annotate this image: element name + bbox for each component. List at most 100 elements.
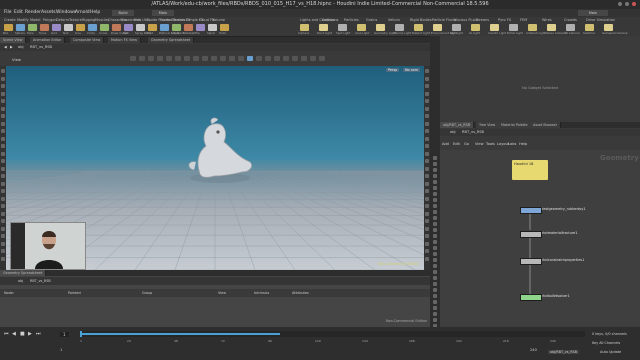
left-tool-icon-25[interactable] (1, 256, 5, 261)
shelf-tool-icon-12[interactable] (148, 24, 157, 31)
shelf-tool-icon-5[interactable] (64, 24, 73, 31)
range-start-field[interactable]: 1 (60, 348, 62, 352)
shelf-right-tab-2[interactable]: Particles (344, 18, 359, 23)
network-menu-1[interactable]: Edit (453, 142, 460, 146)
path-node[interactable]: RBT_vs_RSB (30, 45, 52, 49)
left-tool-icon-4[interactable] (1, 99, 5, 103)
strip-icon-25[interactable] (433, 306, 437, 310)
viewer-tool-icon-10[interactable] (220, 56, 226, 61)
shelf-right-tab-11[interactable]: Wires (542, 18, 552, 23)
playhead[interactable] (80, 331, 82, 337)
shelf-tab-5[interactable]: Texture (69, 18, 82, 23)
strip-icon-18[interactable] (433, 264, 437, 268)
spreadsheet-path-node[interactable]: RBT_vs_RSB (30, 279, 51, 283)
viewer-tool-icon-7[interactable] (193, 56, 199, 61)
right-tool-icon-0[interactable] (425, 69, 429, 73)
viewer-tool-icon-17[interactable] (283, 56, 289, 61)
shelf-tool-icon-7[interactable] (88, 24, 97, 31)
tab-geometry-spreadsheet[interactable]: Geometry Spreadsheet (148, 37, 195, 43)
left-tool-icon-3[interactable] (1, 91, 5, 96)
strip-icon-17[interactable] (433, 258, 437, 262)
right-tool-icon-19[interactable] (425, 211, 429, 216)
shelf-tool-icon-18[interactable] (220, 24, 229, 31)
viewer-tool-icon-5[interactable] (175, 56, 181, 61)
spreadsheet-col-group[interactable]: Group (142, 291, 152, 295)
viewer-tool-icon-14[interactable] (256, 56, 262, 61)
viewer-tool-icon-15[interactable] (265, 56, 271, 61)
left-tool-icon-20[interactable] (1, 219, 5, 223)
maximize-icon[interactable] (625, 2, 629, 6)
strip-icon-5[interactable] (433, 186, 437, 190)
strip-icon-9[interactable] (433, 210, 437, 214)
shelf-right-tab-9[interactable]: Pyro FX (498, 18, 511, 23)
left-tool-icon-24[interactable] (1, 249, 5, 253)
left-tool-icon-6[interactable] (1, 114, 5, 118)
left-tool-icon-9[interactable] (1, 136, 5, 141)
right-tool-icon-11[interactable] (425, 151, 429, 156)
tab-network-path[interactable]: obj/RBT_vs_RSB (440, 122, 475, 128)
right-tool-icon-9[interactable] (425, 136, 429, 141)
shelf-right-tool-icon-2[interactable] (338, 24, 347, 31)
shelf-tool-icon-16[interactable] (196, 24, 205, 31)
shelf-right-tab-7[interactable]: Viscous Fluids (454, 18, 479, 23)
range-end-field[interactable]: 240 (530, 348, 537, 352)
tab-tree-view[interactable]: Tree View (476, 122, 500, 128)
time-slider[interactable]: 1 24 48 72 96 120 144 168 192 216 240 (80, 331, 585, 343)
path-obj[interactable]: obj (18, 45, 23, 49)
strip-icon-1[interactable] (433, 162, 437, 166)
shelf-tool-icon-1[interactable] (16, 24, 25, 31)
right-tool-icon-1[interactable] (425, 76, 429, 81)
left-tool-icon-8[interactable] (1, 129, 5, 133)
right-tool-icon-25[interactable] (425, 256, 429, 261)
shelf-tool-icon-14[interactable] (172, 24, 181, 31)
network-menu-6[interactable]: Labs (508, 142, 516, 146)
left-tool-icon-7[interactable] (1, 121, 5, 126)
right-tool-icon-10[interactable] (425, 144, 429, 148)
right-tool-icon-8[interactable] (425, 129, 429, 133)
shelf-tab-4[interactable]: Deform (56, 18, 69, 23)
node-rbdmaterialfracture[interactable] (520, 231, 542, 238)
strip-icon-8[interactable] (433, 204, 437, 208)
shelf-tool-icon-4[interactable] (52, 24, 61, 31)
strip-icon-11[interactable] (433, 222, 437, 226)
right-tool-icon-7[interactable] (425, 121, 429, 126)
left-tool-icon-5[interactable] (1, 106, 5, 111)
spreadsheet-col-intrinsics[interactable]: Intrinsics (254, 291, 269, 295)
strip-icon-21[interactable] (433, 282, 437, 286)
right-tool-icon-16[interactable] (425, 189, 429, 193)
network-menu-3[interactable]: View (475, 142, 484, 146)
shelf-tool-icon-10[interactable] (124, 24, 133, 31)
shelf-tool-icon-9[interactable] (112, 24, 121, 31)
key-all-channels-button[interactable]: Key All Channels (592, 341, 620, 345)
strip-icon-12[interactable] (433, 228, 437, 232)
shelf-right-tool-icon-0[interactable] (300, 24, 309, 31)
shelf-tool-icon-8[interactable] (100, 24, 109, 31)
strip-icon-22[interactable] (433, 288, 437, 292)
viewer-tool-icon-6[interactable] (184, 56, 190, 61)
shelf-tool-icon-0[interactable] (4, 24, 13, 31)
minimize-icon[interactable] (618, 2, 622, 6)
shelf-right-tab-8[interactable]: Oceans (476, 18, 489, 23)
strip-icon-27[interactable] (433, 318, 437, 322)
strip-icon-6[interactable] (433, 192, 437, 196)
node-rbdconstraintproperties[interactable] (520, 258, 542, 265)
left-tool-icon-22[interactable] (1, 234, 5, 238)
desktop-main-select[interactable]: Main (152, 10, 174, 16)
shelf-right-tool-icon-10[interactable] (490, 24, 499, 31)
left-tool-icon-13[interactable] (1, 166, 5, 171)
play-icon[interactable]: ▶ (28, 331, 32, 337)
right-tool-icon-15[interactable] (425, 181, 429, 186)
shelf-right-tab-12[interactable]: Crowds (564, 18, 577, 23)
shelf-right-tool-icon-6[interactable] (414, 24, 423, 31)
shelf-tool-icon-15[interactable] (184, 24, 193, 31)
right-tool-icon-12[interactable] (425, 159, 429, 163)
viewer-tool-icon-0[interactable] (130, 56, 136, 61)
shelf-right-tool-icon-14[interactable] (566, 24, 575, 31)
strip-icon-19[interactable] (433, 270, 437, 274)
tab-animation-editor[interactable]: Animation Editor (30, 37, 66, 43)
viewer-tool-icon-18[interactable] (292, 56, 298, 61)
spreadsheet-col-view[interactable]: View (218, 291, 226, 295)
menu-render[interactable]: Render (25, 10, 41, 15)
left-tool-icon-12[interactable] (1, 159, 5, 163)
tab-motion-fx-view[interactable]: Motion FX View (108, 37, 141, 43)
